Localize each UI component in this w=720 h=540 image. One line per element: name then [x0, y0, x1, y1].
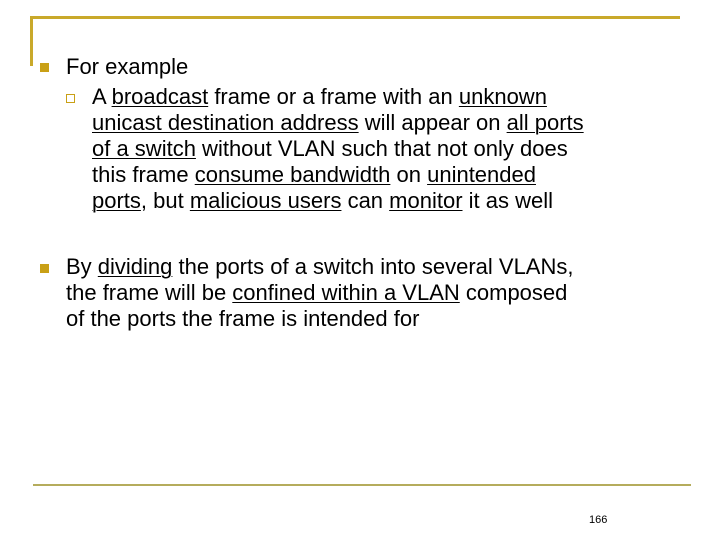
text-line: A broadcast frame or a frame with an unk…	[92, 84, 692, 110]
text-segment: composed	[459, 280, 568, 305]
filled-square-bullet-icon	[40, 264, 49, 273]
text-line: By dividing the ports of a switch into s…	[66, 254, 686, 280]
underlined-term: unicast destination address	[92, 110, 359, 135]
text-line: of a switch without VLAN such that not o…	[92, 136, 692, 162]
text-segment: will appear on	[358, 110, 507, 135]
text-segment: , but	[140, 188, 190, 213]
text-segment: of the ports the frame is intended for	[66, 306, 420, 331]
underlined-term: confined within a VLAN	[232, 280, 460, 305]
sub-bullet-item-1: A broadcast frame or a frame with an unk…	[92, 84, 692, 214]
text-segment: the frame will be	[66, 280, 233, 305]
underlined-term: all ports	[506, 110, 584, 135]
text-segment: on	[390, 162, 428, 187]
underlined-term: broadcast	[111, 84, 209, 109]
underlined-term: monitor	[389, 188, 463, 213]
text-line: unicast destination address will appear …	[92, 110, 692, 136]
text-line: of the ports the frame is intended for	[66, 306, 686, 332]
text-segment: it as well	[462, 188, 553, 213]
bullet-item-1: For example	[66, 54, 686, 80]
text-line: the frame will be confined within a VLAN…	[66, 280, 686, 306]
underlined-term: consume bandwidth	[194, 162, 391, 187]
underlined-term: malicious users	[189, 188, 342, 213]
underlined-term: of a switch	[92, 136, 196, 161]
filled-square-bullet-icon	[40, 63, 49, 72]
text-segment: A	[92, 84, 112, 109]
bullet-item-2: By dividing the ports of a switch into s…	[66, 254, 686, 332]
underlined-term: unknown	[458, 84, 547, 109]
top-accent-rule	[30, 16, 680, 19]
text-segment: By	[66, 254, 98, 279]
hollow-square-bullet-icon	[66, 94, 75, 103]
text-segment: frame or a frame with an	[208, 84, 459, 109]
left-accent-rule	[30, 16, 33, 66]
text-segment: For example	[66, 54, 189, 79]
text-segment: without VLAN such that not only does	[195, 136, 568, 161]
text-line: For example	[66, 54, 686, 80]
text-segment: can	[341, 188, 390, 213]
underlined-term: ports	[92, 188, 141, 213]
text-line: this frame consume bandwidth on unintend…	[92, 162, 692, 188]
text-line: ports, but malicious users can monitor i…	[92, 188, 692, 214]
page-number: 166	[589, 514, 608, 526]
footer-rule	[33, 484, 691, 486]
text-segment: the ports of a switch into several VLANs…	[172, 254, 574, 279]
text-segment: this frame	[92, 162, 195, 187]
underlined-term: dividing	[97, 254, 173, 279]
underlined-term: unintended	[427, 162, 536, 187]
